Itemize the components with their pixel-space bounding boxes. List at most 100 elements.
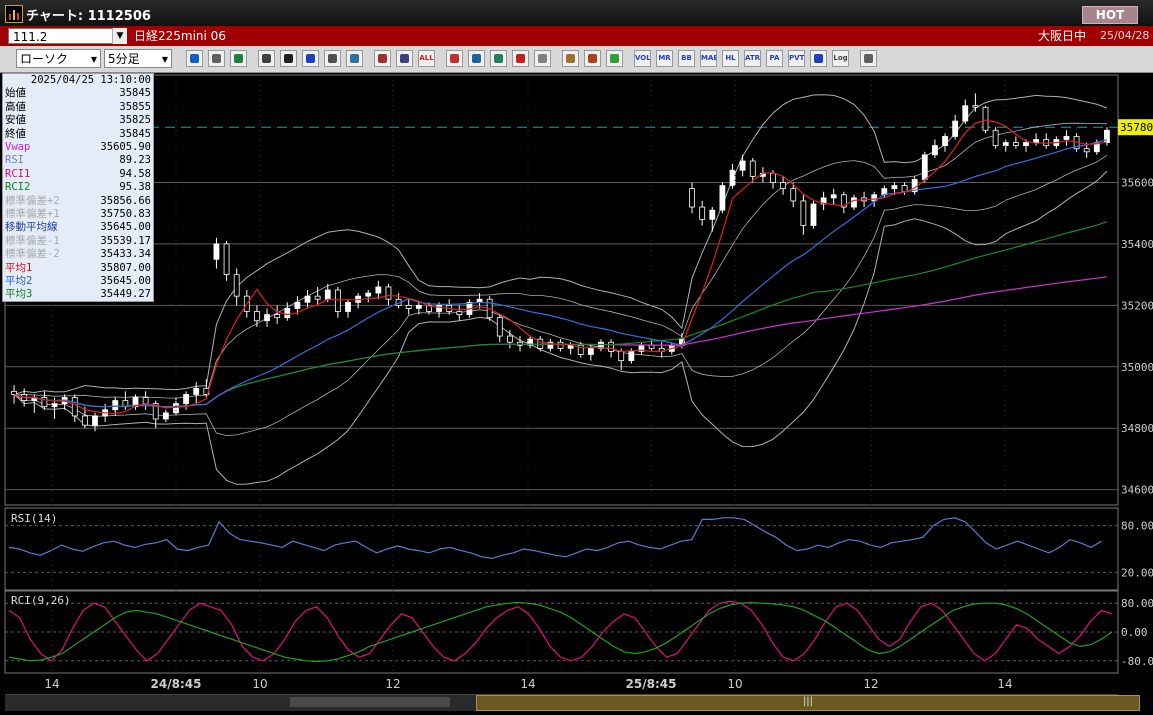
data-row-label: RCI1 <box>5 167 31 180</box>
data-row-label: 終値 <box>5 127 26 140</box>
candle-body <box>749 160 756 177</box>
candle-body <box>1063 136 1070 140</box>
data-row: 標準偏差-1 35539.17 <box>5 235 151 248</box>
candle-body <box>233 274 240 297</box>
candle-body <box>324 289 331 300</box>
candle-body <box>851 197 857 208</box>
rsi-line <box>8 517 1102 560</box>
data-row: 高値 35855 <box>5 101 151 114</box>
data-row-label: 平均3 <box>5 288 33 301</box>
bollinger-upper1 <box>14 122 1107 399</box>
data-row-value: 89.23 <box>119 154 151 167</box>
time-axis-label: 14 <box>520 677 535 691</box>
data-row: 平均3 35449.27 <box>5 288 151 301</box>
candle-body <box>982 106 989 131</box>
chart-canvas[interactable]: 34600 34800 35000 35200 35400 35600 35780 80.00… <box>0 0 1153 715</box>
candle-body <box>780 182 787 190</box>
candle-body <box>507 335 513 343</box>
bollinger-lower1 <box>13 154 1108 436</box>
candle-body <box>932 145 938 156</box>
candle-body <box>972 105 979 108</box>
data-row-value: 35845 <box>119 127 151 140</box>
data-row: 始値 35845 <box>5 87 151 100</box>
candle-body <box>405 304 412 309</box>
data-row: 安値 35825 <box>5 114 151 127</box>
data-row-value: 94.58 <box>119 167 151 180</box>
data-row-value: 35645.00 <box>100 221 151 234</box>
data-row-label: RCI2 <box>5 181 31 194</box>
candle-body <box>901 185 908 193</box>
current-price-label: 35780 <box>1120 121 1153 134</box>
data-row: RCI2 95.38 <box>5 181 151 194</box>
candle-body <box>618 351 625 362</box>
data-datetime: 2025/04/25 13:10:00 <box>5 74 151 87</box>
grip-icon: ||| <box>802 696 814 707</box>
data-row-label: 高値 <box>5 100 26 113</box>
candle-body <box>962 105 969 122</box>
candle-body <box>942 136 948 147</box>
candle-body <box>304 295 311 303</box>
candle-body <box>334 289 341 312</box>
data-row: 標準偏差+1 35750.83 <box>5 208 151 221</box>
time-axis-label: 12 <box>385 677 400 691</box>
candle-body <box>770 172 776 183</box>
rci-tick-label: -80.00 <box>1121 655 1153 668</box>
data-row-value: 35855 <box>119 100 151 113</box>
time-axis-label: 10 <box>252 677 267 691</box>
candle-body <box>162 412 169 420</box>
data-row-label: 平均1 <box>5 261 33 274</box>
time-axis-label: 12 <box>863 677 878 691</box>
data-row-value: 35539.17 <box>100 234 151 247</box>
rci-pane <box>4 590 1119 674</box>
candle-body <box>1012 142 1019 147</box>
price-tick-label: 34800 <box>1121 422 1153 435</box>
rci-tick-label: 80.00 <box>1121 597 1153 610</box>
data-row-value: 35750.83 <box>100 208 151 220</box>
data-row-label: 始値 <box>5 87 26 100</box>
price-pane <box>4 74 1119 506</box>
candle-body <box>709 209 716 220</box>
candle-body <box>456 311 463 315</box>
scroll-overview <box>290 697 450 707</box>
candle-body <box>729 169 736 186</box>
candle-body <box>1002 142 1009 147</box>
candle-body <box>51 403 58 408</box>
candle-body <box>314 295 321 300</box>
candle-body <box>284 308 291 319</box>
data-row-value: 35605.90 <box>100 141 151 153</box>
data-row-value: 35645.00 <box>100 275 151 287</box>
candle-body <box>71 397 78 417</box>
candle-body <box>648 344 655 349</box>
candle-body <box>810 203 817 226</box>
candle-body <box>800 200 807 226</box>
data-row-value: 35825 <box>119 114 151 127</box>
data-row: 終値 35845 <box>5 128 151 141</box>
time-axis-label: 25/8:45 <box>626 677 677 691</box>
candle-body <box>830 194 837 199</box>
candle-body <box>294 301 301 309</box>
price-tick-label: 35200 <box>1121 299 1153 312</box>
candle-body <box>1023 142 1029 147</box>
candle-body <box>112 400 119 411</box>
data-row: 平均1 35807.00 <box>5 262 151 275</box>
data-row-label: 標準偏差-2 <box>5 248 60 261</box>
price-tick-label: 34600 <box>1121 484 1153 497</box>
data-row: 標準偏差+2 35856.66 <box>5 195 151 208</box>
chart-window: チャート: 1112506 HOT 111.2 ▼ 日経225mini 06 大… <box>0 0 1153 715</box>
candle-body <box>587 347 594 355</box>
time-axis-label: 24/8:45 <box>151 677 202 691</box>
data-row: RSI 89.23 <box>5 154 151 167</box>
candle-body <box>254 311 260 322</box>
candle-body <box>365 292 372 297</box>
datetime-value: 2025/04/25 13:10:00 <box>30 74 151 86</box>
candle-body <box>608 341 614 352</box>
data-row-label: 標準偏差-1 <box>5 234 60 247</box>
candle-body <box>274 314 281 319</box>
candle-body <box>496 317 503 337</box>
candle-body <box>992 129 999 147</box>
candle-body <box>689 188 695 208</box>
data-row: 平均2 35645.00 <box>5 275 151 288</box>
rsi-title: RSI(14) <box>11 512 57 525</box>
candle-body <box>436 304 442 312</box>
candle-body <box>345 301 351 312</box>
